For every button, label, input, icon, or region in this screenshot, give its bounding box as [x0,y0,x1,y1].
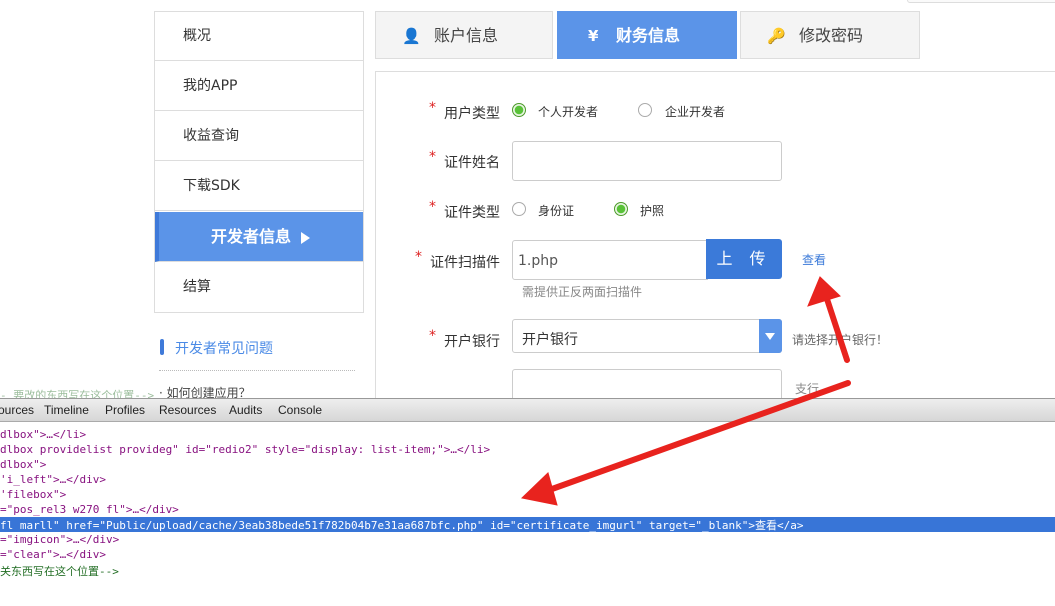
required-mark: * [429,199,436,215]
sidebar-item-label: 下载SDK [183,178,240,194]
sidebar-item-label: 概况 [183,28,211,44]
radio-id-card-label: 身份证 [538,204,575,218]
user-type-label: 用户类型 [444,106,500,122]
upload-button[interactable]: 上 传 [706,239,782,279]
code-line[interactable]: ="imgicon">…</div> [0,533,119,546]
tab-account-info[interactable]: 👤 账户信息 [375,11,553,59]
faq-accent-bar [160,339,164,355]
radio-individual[interactable] [512,103,526,117]
faq-title: 开发者常见问题 [175,341,273,357]
top-right-widget [907,0,1055,3]
code-line[interactable]: ="pos_rel3 w270 fl">…</div> [0,503,179,516]
sidebar-item-my-app[interactable]: 我的APP [155,62,363,111]
sidebar-item-overview[interactable]: 概况 [155,12,363,61]
radio-individual-label: 个人开发者 [538,105,599,119]
required-mark: * [415,249,422,265]
sidebar-item-income[interactable]: 收益查询 [155,112,363,161]
branch-suffix: 支行 [795,382,820,396]
sidebar-nav: 概况 我的APP 收益查询 下载SDK 开发者信息 结算 [154,11,364,313]
devtools-tab[interactable]: Console [278,403,322,417]
devtools-tab[interactable]: Audits [229,403,262,417]
faq-divider [159,370,355,371]
devtools-tab[interactable]: Profiles [105,403,145,417]
radio-passport[interactable] [614,202,628,216]
cert-scan-hint: 需提供正反两面扫描件 [522,285,643,299]
code-line[interactable]: dlbox"> [0,458,46,471]
view-link[interactable]: 查看 [802,251,826,268]
key-icon: 🔑 [767,27,786,45]
cert-name-label: 证件姓名 [444,155,500,171]
required-mark: * [429,100,436,116]
code-line[interactable]: dlbox">…</li> [0,428,86,441]
code-line[interactable]: dlbox providelist provideg" id="redio2" … [0,443,490,456]
file-name-value: 1.php [518,253,559,269]
devtools-tab[interactable]: Timeline [44,403,89,417]
code-line[interactable]: ="clear">…</div> [0,548,106,561]
sidebar-item-label: 开发者信息 [211,227,292,246]
tab-label: 账户信息 [434,26,499,45]
sidebar-item-developer-info[interactable]: 开发者信息 [155,212,363,262]
code-line[interactable]: 'i_left">…</div> [0,473,106,486]
radio-id-card[interactable] [512,202,526,216]
tab-change-password[interactable]: 🔑 修改密码 [740,11,920,59]
tab-label: 财务信息 [616,26,681,45]
cert-type-label: 证件类型 [444,205,500,221]
devtools-toolbar: ources Timeline Profiles Resources Audit… [0,398,1055,422]
devtools-tab[interactable]: ources [0,403,34,417]
devtools-tab[interactable]: Resources [159,403,216,417]
code-comment: 关东西写在这个位置--> [0,565,119,578]
devtools-panel: - 要改的东西写在这个位置--> ources Timeline Profile… [0,389,1055,606]
cert-name-input[interactable] [512,141,782,181]
radio-passport-label: 护照 [640,204,665,218]
required-mark: * [429,149,436,165]
sidebar-item-label: 我的APP [183,78,238,94]
tab-financial-info[interactable]: ¥ 财务信息 [557,11,737,59]
sidebar-item-download-sdk[interactable]: 下载SDK [155,162,363,211]
tab-label: 修改密码 [799,26,864,45]
sidebar-item-label: 结算 [183,279,211,295]
required-mark: * [429,328,436,344]
cert-scan-label: 证件扫描件 [430,255,500,271]
chevron-down-icon[interactable] [759,319,782,353]
sidebar-item-settlement[interactable]: 结算 [155,263,363,312]
bank-label: 开户银行 [444,334,500,350]
code-line-selected: fl marll" href="Public/upload/cache/3eab… [0,519,804,532]
sidebar-item-label: 收益查询 [183,128,239,144]
bank-hint: 请选择开户银行！ [792,333,889,347]
radio-enterprise-label: 企业开发者 [665,105,726,119]
code-line[interactable]: 'filebox"> [0,488,66,501]
selected-code-row[interactable]: fl marll" href="Public/upload/cache/3eab… [0,517,1055,532]
caret-right-icon [301,231,311,244]
radio-enterprise[interactable] [638,103,652,117]
bank-select-value: 开户银行 [522,332,578,348]
user-icon: 👤 [402,27,421,45]
yen-icon: ¥ [588,27,599,45]
